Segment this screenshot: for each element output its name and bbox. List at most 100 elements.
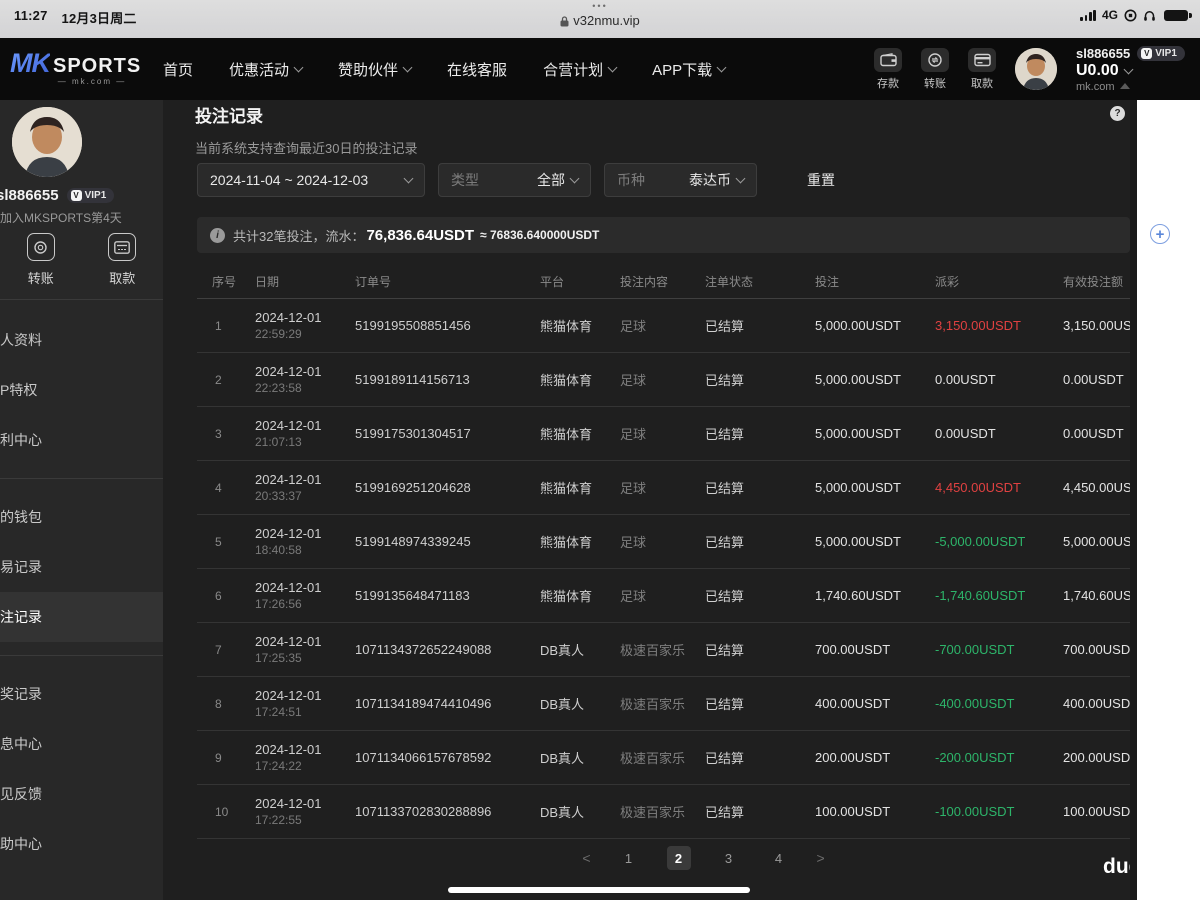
cell-bet: 700.00USDT [815, 642, 891, 657]
cell-date-day: 2024-12-01 [255, 742, 322, 757]
table-row: 5 2024-12-01 18:40:58 5199148974339245 熊猫体育 足… [197, 515, 1200, 569]
mk-sports-logo[interactable]: MK SPORTS — mk.com — [10, 48, 140, 86]
sidebar-menu-item-label: 的钱包 [0, 509, 42, 525]
avatar[interactable] [1015, 48, 1057, 90]
nav-item[interactable]: 赞助伙伴 [338, 59, 413, 80]
withdraw-button[interactable]: 取款 [108, 233, 137, 287]
sidebar-menu-item[interactable]: 助中心 [0, 819, 163, 869]
vip-shield-icon: V [1141, 47, 1153, 59]
date-range-picker[interactable]: 2024-11-04 ~ 2024-12-03 [197, 163, 425, 197]
table-row: 10 2024-12-01 17:22:55 1071133702830288896 D… [197, 785, 1200, 839]
balance-dropdown[interactable]: U0.00 [1076, 62, 1185, 80]
cell-content: 极速百家乐 [620, 805, 686, 820]
home-indicator[interactable] [448, 887, 750, 893]
type-select[interactable]: 类型 全部 [438, 163, 591, 197]
sidebar-menu-item[interactable]: 易记录 [0, 542, 163, 592]
plus-floating-button[interactable]: + [1150, 224, 1170, 244]
type-label: 类型 [451, 172, 479, 188]
nav-item[interactable]: 首页 [163, 59, 193, 80]
currency-label: 币种 [617, 172, 645, 188]
column-header: 平台 [540, 274, 565, 289]
cell-no: 8 [215, 696, 222, 711]
right-white-panel: + [1137, 100, 1200, 900]
sidebar-menu-item[interactable]: 利中心 [0, 415, 163, 465]
cell-date: 2024-12-01 18:40:58 [237, 526, 337, 557]
cell-content: 足球 [620, 535, 647, 550]
tab-overview-icon[interactable]: ••• [0, 0, 1200, 12]
transfer-button[interactable]: 转账 [921, 47, 949, 91]
prev-page-button[interactable]: < [582, 850, 590, 866]
cell-status: 已结算 [705, 697, 745, 712]
sidebar-menu-item[interactable]: 见反馈 [0, 769, 163, 819]
table-header: 序号 日期 订单号 平台 投注内容 注单状态 投注 派彩 有效投注额 [197, 264, 1200, 299]
cell-bet: 1,740.60USDT [815, 588, 901, 603]
sidebar-menu-item[interactable]: 注记录 [0, 592, 163, 642]
withdraw-label: 取款 [109, 271, 136, 286]
cell-date: 2024-12-01 21:07:13 [237, 418, 337, 449]
cell-content: 极速百家乐 [620, 697, 686, 712]
cell-bet: 5,000.00USDT [815, 480, 901, 495]
sidebar-menu-item-label: 息中心 [0, 736, 42, 752]
network-label: 4G [1101, 8, 1118, 22]
page-title: 投注记录 [195, 107, 263, 126]
cell-no: 2 [215, 372, 222, 387]
cell-content: 足球 [620, 373, 647, 388]
table-row: 1 2024-12-01 22:59:29 5199195508851456 熊猫体育 足… [197, 299, 1200, 353]
vip-badge[interactable]: V VIP1 [1137, 45, 1185, 61]
nav-item[interactable]: 在线客服 [447, 59, 507, 80]
sidebar-menu-item[interactable]: 人资料 [0, 315, 163, 365]
deposit-button[interactable]: 存款 [874, 47, 902, 91]
chevron-down-icon [569, 173, 580, 184]
sidebar-menu-item[interactable]: 息中心 [0, 719, 163, 769]
chevron-down-icon [1123, 64, 1134, 74]
page-number[interactable]: 2 [666, 846, 691, 870]
divider [0, 655, 163, 656]
battery-icon [1164, 9, 1192, 21]
cell-order: 5199195508851456 [355, 318, 471, 333]
cell-date-day: 2024-12-01 [255, 688, 322, 703]
cell-order: 5199189114156713 [355, 372, 470, 387]
main-nav: 首页 优惠活动 赞助伙伴 在线客服 合营计划 APP下载 [163, 38, 727, 100]
rotation-lock-icon [1124, 9, 1137, 21]
page-number[interactable]: 1 [617, 846, 641, 870]
chevron-down-icon [402, 62, 413, 73]
cell-status: 已结算 [705, 427, 745, 442]
column-header: 注单状态 [705, 274, 754, 289]
page-subtitle: 当前系统支持查询最近30日的投注记录 [195, 141, 418, 156]
sidebar-menu-item[interactable]: P特权 [0, 365, 163, 415]
cell-payout: -5,000.00USDT [935, 534, 1026, 549]
cell-platform: 熊猫体育 [540, 535, 593, 550]
cell-payout: -1,740.60USDT [935, 588, 1026, 603]
vip-level-label: VIP1 [84, 190, 107, 201]
avatar[interactable] [12, 107, 82, 177]
cell-date-day: 2024-12-01 [255, 796, 322, 811]
nav-item[interactable]: 优惠活动 [229, 59, 304, 80]
url-text: v32nmu.vip [573, 13, 640, 28]
address-bar[interactable]: v32nmu.vip [560, 12, 640, 30]
site-switcher[interactable]: mk.com [1076, 81, 1185, 93]
table-body: 1 2024-12-01 22:59:29 5199195508851456 熊猫体育足… [197, 299, 1200, 839]
page-number[interactable]: 3 [717, 846, 741, 870]
chevron-down-icon [403, 173, 414, 184]
transfer-icon [26, 233, 55, 261]
sidebar-menu-item[interactable]: 的钱包 [0, 492, 163, 542]
nav-item-label: 赞助伙伴 [338, 61, 399, 79]
nav-item[interactable]: APP下载 [652, 59, 727, 80]
page-number[interactable]: 4 [767, 846, 791, 870]
cell-status: 已结算 [705, 643, 745, 658]
cell-date-time: 17:26:56 [255, 597, 302, 611]
lock-icon [560, 15, 569, 26]
currency-select[interactable]: 币种 泰达币 [604, 163, 757, 197]
nav-item[interactable]: 合营计划 [543, 59, 618, 80]
reset-button[interactable]: 重置 [807, 170, 835, 190]
next-page-button[interactable]: > [817, 850, 825, 866]
cell-no: 3 [215, 426, 222, 441]
sidebar-menu-item[interactable]: 奖记录 [0, 669, 163, 719]
withdraw-button[interactable]: 取款 [968, 47, 996, 91]
cell-content: 足球 [620, 589, 647, 604]
table-row: 6 2024-12-01 17:26:56 5199135648471183 熊猫体育 足… [197, 569, 1200, 623]
cell-platform: DB真人 [540, 697, 585, 712]
type-value: 全部 [537, 172, 565, 188]
transfer-button[interactable]: 转账 [26, 233, 55, 287]
cell-date-time: 21:07:13 [255, 435, 302, 449]
